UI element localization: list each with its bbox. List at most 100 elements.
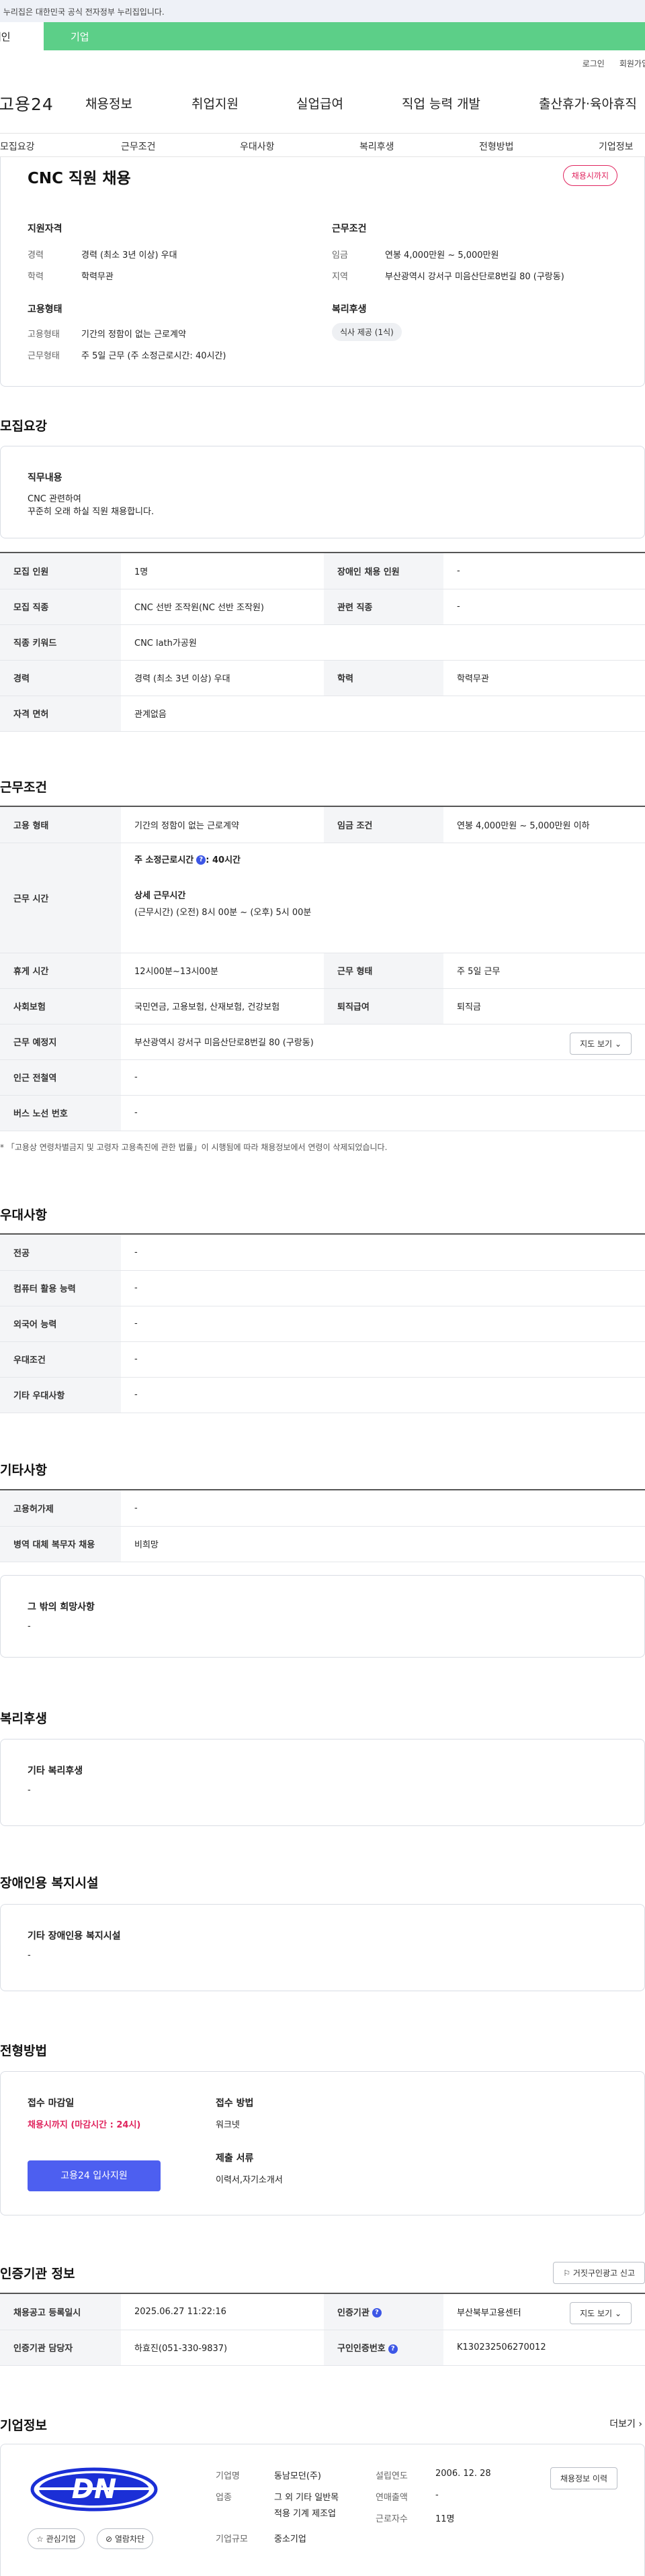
subnav-preference[interactable]: 우대사항 [240, 140, 275, 153]
subnav-process[interactable]: 전형방법 [479, 140, 514, 153]
table-header-cell: 고용허가제 [0, 1490, 121, 1527]
employees-value: 11명 [435, 2514, 455, 2524]
table-row: 외국어 능력 - [0, 1306, 645, 1342]
company-name-value: 동남모던(주) [274, 2471, 321, 2481]
table-cell: - [121, 1059, 645, 1096]
info-icon[interactable]: ? [388, 2344, 398, 2354]
siren-icon: ⚐ [563, 2269, 571, 2278]
gov-banner: 이 누리집은 대한민국 공식 전자정부 누리집입니다. [0, 0, 645, 22]
work-hours-cell: 주 소정근로시간?: 40시간 상세 근무시간 (근무시간) (오전) 8시 0… [121, 843, 645, 953]
detail-hours-title: 상세 근무시간 [134, 890, 186, 901]
table-cell: - [121, 1235, 645, 1271]
disabled-facility-value: - [28, 1950, 31, 1960]
work-place-cell: 부산광역시 강서구 미음산단로8번길 80 (구랑동) 지도 보기 ⌄ [121, 1024, 645, 1060]
subnav-welfare[interactable]: 복리후생 [359, 140, 394, 153]
table-header-cell: 경력 [0, 660, 121, 696]
deadline-value: 채용시까지 (마감시간 : 24시) [28, 2120, 141, 2130]
table-header-cell: 인증기관? [324, 2294, 443, 2330]
table-header-cell: 채용공고 등록일시 [0, 2294, 121, 2330]
favorite-company-button[interactable]: ☆ 관심기업 [28, 2528, 85, 2549]
employment-type-label: 고용형태 [28, 330, 60, 340]
company-section-title: 기업정보 [0, 2418, 47, 2433]
table-cell: 비희망 [121, 1526, 645, 1562]
industry-label: 업종 [216, 2493, 232, 2503]
table-row: 모집 인원 1명 장애인 채용 인원 - [0, 553, 645, 589]
cert-map-button[interactable]: 지도 보기 ⌄ [570, 2302, 632, 2324]
report-fake-ad-button[interactable]: ⚐ 거짓구인광고 신고 [553, 2262, 645, 2284]
table-header-cell: 기타 우대사항 [0, 1377, 121, 1413]
table-header-cell: 외국어 능력 [0, 1306, 121, 1342]
region-label: 지역 [332, 272, 348, 282]
gnb-item-employment-support[interactable]: 취업지원 [191, 94, 239, 112]
table-header-cell: 병역 대체 복무자 채용 [0, 1526, 121, 1562]
info-icon[interactable]: ? [196, 855, 206, 865]
employment-type-heading: 고용형태 [28, 304, 62, 315]
job-summary-card: CNC 직원 채용 채용시까지 지원자격 경력 경력 (최소 3년 이상) 우대… [0, 157, 645, 387]
info-icon[interactable]: ? [372, 2308, 382, 2318]
table-cell: - [121, 1377, 645, 1413]
recruit-section-title: 모집요강 [0, 419, 47, 434]
process-card: 접수 마감일 채용시까지 (마감시간 : 24시) 고용24 입사지원 접수 방… [0, 2071, 645, 2215]
gnb-item-training[interactable]: 직업 능력 개발 [402, 94, 480, 112]
recruit-table: 모집 인원 1명 장애인 채용 인원 - 모집 직종 CNC 선반 조작원(NC… [0, 553, 645, 732]
company-size-label: 기업규모 [216, 2534, 248, 2544]
preference-table: 전공 - 컴퓨터 활용 능력 - 외국어 능력 - 우대조건 - 기타 우대사항 - [0, 1235, 645, 1413]
table-cell: 연봉 4,000만원 ~ 5,000만원 이하 [443, 807, 645, 843]
table-row: 버스 노선 번호 - [0, 1095, 645, 1131]
join-link[interactable]: 회원가입 [619, 58, 645, 69]
utility-links: 로그인 회원가입 [583, 58, 645, 69]
hiring-history-button[interactable]: 채용정보 이력 [550, 2467, 617, 2489]
career-label: 경력 [28, 250, 44, 260]
table-row: 인근 전철역 - [0, 1059, 645, 1096]
section-subnav: 모집요강 근무조건 우대사항 복리후생 전형방법 기업정보 [0, 133, 645, 157]
chevron-down-icon: ⌄ [614, 1039, 621, 1049]
table-row: 휴게 시간 12시00분~13시00분 근무 형태 주 5일 근무 [0, 953, 645, 989]
sales-value: - [435, 2490, 439, 2500]
table-cell: 하효진(051-330-9837) [121, 2330, 324, 2366]
gnb-item-jobs[interactable]: 채용정보 [85, 94, 132, 112]
table-header-cell: 구인인증번호? [324, 2330, 443, 2366]
table-row: 채용공고 등록일시 2025.06.27 11:22:16 인증기관? 부산북부… [0, 2294, 645, 2330]
work-place-value: 부산광역시 강서구 미음산단로8번길 80 (구랑동) [134, 1038, 314, 1048]
block-view-button[interactable]: ⊘ 열람차단 [97, 2528, 154, 2549]
company-logo: DN [30, 2467, 158, 2512]
table-row: 경력 경력 (최소 3년 이상) 우대 학력 학력무관 [0, 660, 645, 696]
gnb-item-parental-leave[interactable]: 출산휴가·육아휴직 [539, 94, 637, 112]
apply-button[interactable]: 고용24 입사지원 [28, 2160, 161, 2191]
region-value: 부산광역시 강서구 미음산단로8번길 80 (구랑동) [385, 272, 564, 282]
disabled-facility-section-title: 장애인용 복지시설 [0, 1876, 99, 1891]
industry-value-line-2: 적용 기계 제조업 [274, 2509, 336, 2519]
employees-label: 근로자수 [376, 2514, 408, 2524]
table-cell: CNC 선반 조작원(NC 선반 조작원) [121, 589, 324, 625]
work-type-value: 주 5일 근무 (주 소정근로시간: 40시간) [81, 351, 226, 361]
table-cell: 학력무관 [443, 660, 645, 696]
table-row: 사회보험 국민연금, 고용보험, 산재보험, 건강보험 퇴직급여 퇴직금 [0, 988, 645, 1024]
table-row: 기타 우대사항 - [0, 1377, 645, 1413]
login-link[interactable]: 로그인 [583, 58, 605, 69]
weekly-hours: 주 소정근로시간?: 40시간 [134, 855, 241, 865]
apply-method-heading: 접수 방법 [216, 2098, 254, 2109]
company-name-label: 기업명 [216, 2471, 240, 2481]
map-button[interactable]: 지도 보기 ⌄ [570, 1032, 632, 1055]
tab-company[interactable]: 기업 [44, 22, 118, 50]
subnav-conditions[interactable]: 근무조건 [121, 140, 156, 153]
subnav-company[interactable]: 기업정보 [599, 140, 634, 153]
disabled-facility-heading: 기타 장애인용 복지시설 [28, 1931, 121, 1942]
company-more-link[interactable]: 더보기 › [609, 2417, 642, 2430]
table-cell: - [121, 1095, 645, 1131]
welfare-etc-heading: 기타 복리후생 [28, 1766, 83, 1776]
table-row: 근무 예정지 부산광역시 강서구 미음산단로8번길 80 (구랑동) 지도 보기… [0, 1024, 645, 1060]
etc-section-title: 기타사항 [0, 1463, 47, 1478]
subnav-recruit[interactable]: 모집요강 [0, 140, 35, 153]
age-law-note: * 「고용상 연령차별금지 및 고령자 고용촉진에 관한 법률」이 시행됨에 따… [0, 1143, 388, 1152]
gnb-item-unemployment[interactable]: 실업급여 [296, 94, 343, 112]
detail-hours-value: (근무시간) (오전) 8시 00분 ~ (오후) 5시 00분 [134, 907, 312, 918]
table-header-cell: 버스 노선 번호 [0, 1095, 121, 1131]
table-cell: - [121, 1270, 645, 1306]
table-row: 고용 형태 기간의 정함이 없는 근로계약 임금 조건 연봉 4,000만원 ~… [0, 807, 645, 843]
table-cell: - [121, 1490, 645, 1527]
tab-person[interactable]: 개인 [0, 22, 44, 50]
career-value: 경력 (최소 3년 이상) 우대 [81, 250, 177, 260]
table-row: 전공 - [0, 1235, 645, 1271]
table-cell: K130232506270012 [443, 2330, 645, 2366]
